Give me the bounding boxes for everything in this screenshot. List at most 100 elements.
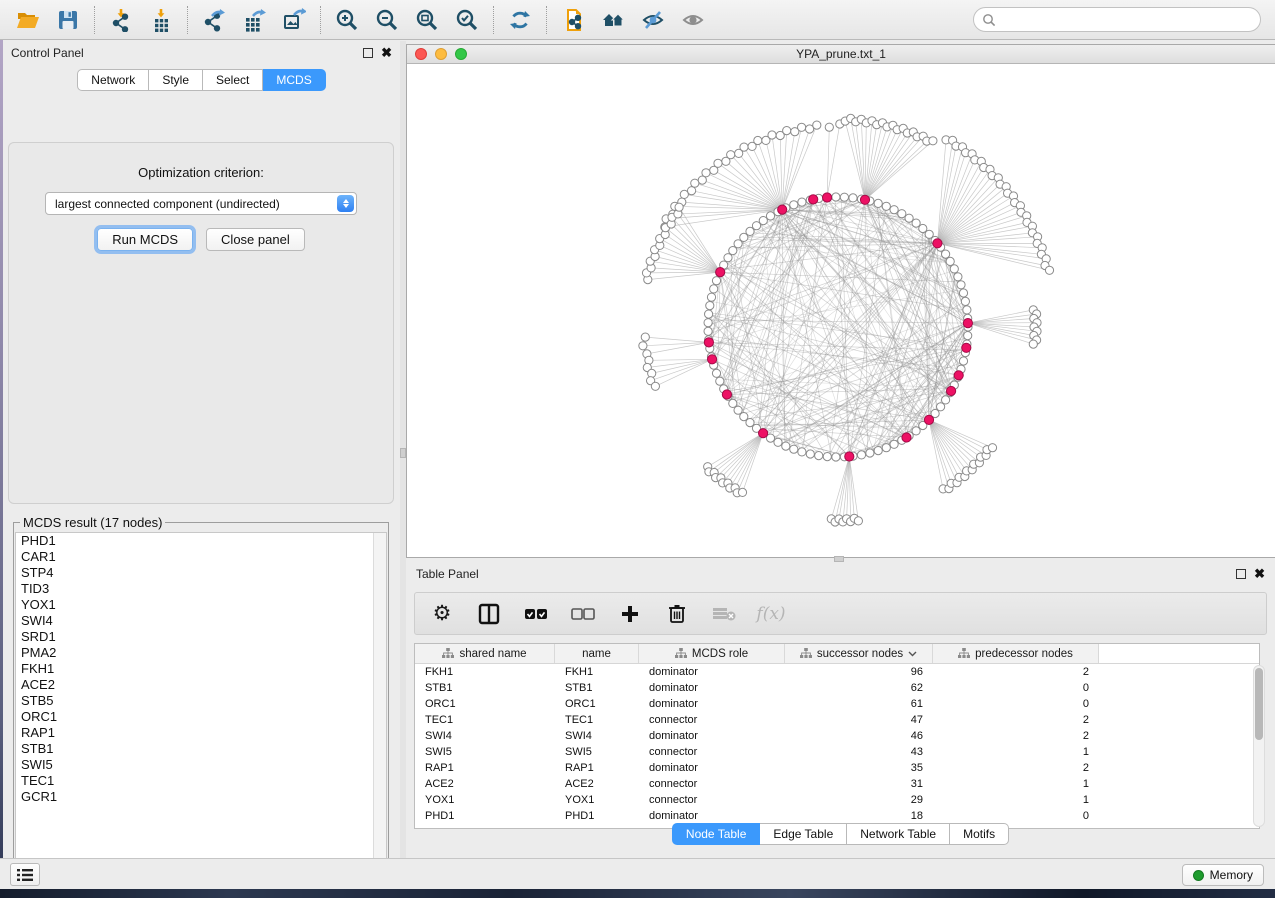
open-file-button[interactable] (8, 4, 48, 36)
tab-network-table[interactable]: Network Table (847, 823, 950, 845)
list-item[interactable]: FKH1 (16, 661, 386, 677)
tab-select[interactable]: Select (203, 69, 263, 91)
list-item[interactable]: STP4 (16, 565, 386, 581)
new-network-file-button[interactable] (553, 4, 593, 36)
list-item[interactable]: YOX1 (16, 597, 386, 613)
list-item[interactable]: RAP1 (16, 725, 386, 741)
table-cell: dominator (639, 698, 785, 710)
result-list-scrollbar[interactable] (373, 533, 386, 893)
list-item[interactable]: SRD1 (16, 629, 386, 645)
toolbar-separator (546, 6, 547, 34)
table-cell: 0 (933, 682, 1099, 694)
tab-network[interactable]: Network (77, 69, 149, 91)
table-row[interactable]: YOX1YOX1connector291 (415, 792, 1259, 808)
table-cell: RAP1 (555, 762, 639, 774)
float-table-panel-icon[interactable] (1236, 569, 1246, 579)
task-list-icon (17, 868, 33, 882)
table-row[interactable]: SWI5SWI5connector431 (415, 744, 1259, 760)
list-item[interactable]: PHD1 (16, 533, 386, 549)
column-header-predecessor-nodes[interactable]: predecessor nodes (933, 644, 1099, 663)
list-item[interactable]: TID3 (16, 581, 386, 597)
node-table[interactable]: shared namenameMCDS rolesuccessor nodesp… (414, 643, 1260, 829)
tab-style[interactable]: Style (149, 69, 203, 91)
tab-mcds[interactable]: MCDS (263, 69, 325, 91)
save-session-button[interactable] (48, 4, 88, 36)
table-cell: dominator (639, 762, 785, 774)
table-cell: 35 (785, 762, 933, 774)
import-network-button[interactable] (101, 4, 141, 36)
criterion-select[interactable]: largest connected component (undirected) (45, 192, 357, 215)
list-item[interactable]: SWI4 (16, 613, 386, 629)
list-item[interactable]: ACE2 (16, 677, 386, 693)
table-row[interactable]: TEC1TEC1connector472 (415, 712, 1259, 728)
zoom-fit-icon (415, 8, 439, 32)
table-cell: SWI5 (415, 746, 555, 758)
add-column-icon[interactable] (617, 601, 643, 627)
table-panel: Table Panel ✖ ⚙f(x) shared namenameMCDS … (406, 562, 1275, 858)
table-row[interactable]: ACE2ACE2connector311 (415, 776, 1259, 792)
column-header-name[interactable]: name (555, 644, 639, 663)
export-table-button[interactable] (234, 4, 274, 36)
close-table-panel-icon[interactable]: ✖ (1254, 569, 1265, 579)
column-header-successor-nodes[interactable]: successor nodes (785, 644, 933, 663)
first-neighbors-button[interactable] (593, 4, 633, 36)
tab-motifs[interactable]: Motifs (950, 823, 1009, 845)
column-header-MCDS-role[interactable]: MCDS role (639, 644, 785, 663)
table-row[interactable]: FKH1FKH1dominator962 (415, 664, 1259, 680)
list-item[interactable]: GCR1 (16, 789, 386, 805)
network-window-titlebar[interactable]: YPA_prune.txt_1 (407, 45, 1275, 64)
zoom-selected-button[interactable] (447, 4, 487, 36)
zoom-out-button[interactable] (367, 4, 407, 36)
zoom-in-button[interactable] (327, 4, 367, 36)
network-canvas[interactable] (407, 64, 1274, 557)
table-row[interactable]: SWI4SWI4dominator462 (415, 728, 1259, 744)
table-cell: dominator (639, 682, 785, 694)
tab-node-table[interactable]: Node Table (672, 823, 761, 845)
list-item[interactable]: PMA2 (16, 645, 386, 661)
horizontal-splitter-handle[interactable] (834, 556, 844, 562)
delete-column-icon[interactable] (664, 601, 690, 627)
tab-edge-table[interactable]: Edge Table (760, 823, 847, 845)
table-cell: SWI5 (555, 746, 639, 758)
column-header-shared-name[interactable]: shared name (415, 644, 555, 663)
table-cell: STB1 (555, 682, 639, 694)
refresh-icon (508, 8, 532, 32)
table-row[interactable]: STB1STB1dominator620 (415, 680, 1259, 696)
table-scrollbar-thumb[interactable] (1255, 668, 1263, 740)
mcds-result-title: MCDS result (17 nodes) (20, 515, 165, 530)
refresh-button[interactable] (500, 4, 540, 36)
float-panel-icon[interactable] (363, 48, 373, 58)
list-item[interactable]: CAR1 (16, 549, 386, 565)
run-mcds-button[interactable]: Run MCDS (97, 228, 193, 251)
table-settings-icon[interactable]: ⚙ (429, 601, 455, 627)
zoom-fit-button[interactable] (407, 4, 447, 36)
select-all-icon[interactable] (523, 601, 549, 627)
list-item[interactable]: STB5 (16, 693, 386, 709)
mcds-result-list[interactable]: PHD1CAR1STP4TID3YOX1SWI4SRD1PMA2FKH1ACE2… (15, 532, 387, 894)
table-row[interactable]: PHD1PHD1dominator180 (415, 808, 1259, 824)
search-input[interactable] (996, 13, 1236, 27)
close-panel-button[interactable]: Close panel (206, 228, 305, 251)
list-item[interactable]: STB1 (16, 741, 386, 757)
memory-button[interactable]: Memory (1182, 864, 1264, 886)
table-cell: connector (639, 794, 785, 806)
search-box[interactable] (973, 7, 1261, 32)
import-table-button[interactable] (141, 4, 181, 36)
deselect-all-icon[interactable] (570, 601, 596, 627)
close-panel-icon[interactable]: ✖ (381, 48, 392, 58)
table-row[interactable]: RAP1RAP1dominator352 (415, 760, 1259, 776)
export-network-button[interactable] (194, 4, 234, 36)
table-row[interactable]: ORC1ORC1dominator610 (415, 696, 1259, 712)
task-history-button[interactable] (10, 863, 40, 886)
table-scrollbar[interactable] (1253, 665, 1265, 827)
show-all-button[interactable] (673, 4, 713, 36)
list-item[interactable]: TEC1 (16, 773, 386, 789)
hide-selected-button[interactable] (633, 4, 673, 36)
vertical-splitter-handle[interactable] (400, 448, 406, 458)
split-panel-icon[interactable] (476, 601, 502, 627)
export-image-button[interactable] (274, 4, 314, 36)
toolbar-separator (187, 6, 188, 34)
list-item[interactable]: ORC1 (16, 709, 386, 725)
table-cell: connector (639, 778, 785, 790)
list-item[interactable]: SWI5 (16, 757, 386, 773)
